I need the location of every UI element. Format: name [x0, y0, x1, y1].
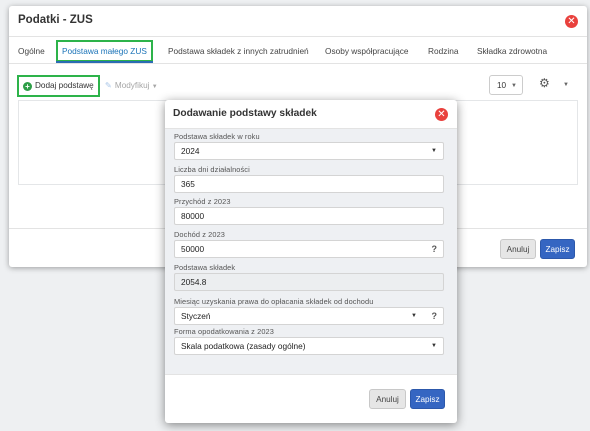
income-input[interactable]: 50000 ? — [174, 240, 444, 258]
field-label: Podstawa składek w roku — [174, 132, 260, 141]
field-label: Dochód z 2023 — [174, 230, 226, 239]
year-value: 2024 — [181, 146, 200, 156]
help-icon[interactable]: ? — [432, 308, 438, 325]
chevron-down-icon: ▼ — [431, 343, 437, 349]
year-select[interactable]: 2024 ▼ — [174, 142, 444, 160]
modal-body: Podstawa składek w roku 2024 ▼ Liczba dn… — [165, 129, 457, 374]
tab-bar: Ogólne Podstawa małego ZUS Podstawa skła… — [9, 37, 587, 64]
edit-icon: ✎ — [105, 81, 112, 90]
modal-footer: Anuluj Zapisz — [165, 374, 457, 424]
field-label: Przychód z 2023 — [174, 197, 231, 206]
page-size-select[interactable]: 10 ▼ — [489, 75, 523, 95]
field-label: Miesiąc uzyskania prawa do opłacania skł… — [174, 297, 374, 306]
income-value: 50000 — [181, 244, 205, 254]
help-icon[interactable]: ? — [432, 241, 438, 258]
tab-health-contribution[interactable]: Składka zdrowotna — [477, 42, 547, 60]
field-revenue-2023: Przychód z 2023 80000 — [174, 197, 444, 225]
revenue-input[interactable]: 80000 — [174, 207, 444, 225]
chevron-down-icon: ▼ — [151, 84, 158, 90]
business-days-value: 365 — [181, 179, 195, 189]
chevron-down-icon: ▼ — [411, 313, 417, 319]
taxation-form-select[interactable]: Skala podatkowa (zasady ogólne) ▼ — [174, 337, 444, 355]
cancel-button[interactable]: Anuluj — [369, 389, 406, 409]
add-base-button[interactable]: + Dodaj podstawę — [17, 75, 100, 97]
tab-cooperating-persons[interactable]: Osoby współpracujące — [325, 42, 408, 60]
page-size-value: 10 — [497, 81, 507, 90]
close-icon[interactable]: ✕ — [565, 15, 578, 28]
dialog-header: Podatki - ZUS ✕ — [9, 6, 587, 37]
settings-menu-button[interactable]: ⚙ ▼ — [539, 76, 569, 94]
business-days-input[interactable]: 365 — [174, 175, 444, 193]
field-taxation-form: Forma opodatkowania z 2023 Skala podatko… — [174, 327, 444, 355]
field-label: Podstawa składek — [174, 263, 236, 272]
close-icon[interactable]: ✕ — [435, 108, 448, 121]
chevron-down-icon: ▼ — [511, 83, 517, 89]
field-label: Forma opodatkowania z 2023 — [174, 327, 274, 336]
revenue-value: 80000 — [181, 211, 205, 221]
contribution-base-value: 2054.8 — [181, 277, 207, 287]
contribution-base-value-box: 2054.8 — [174, 273, 444, 291]
tab-small-zus-base[interactable]: Podstawa małego ZUS — [56, 40, 153, 63]
dialog-title: Podatki - ZUS — [18, 14, 93, 26]
add-base-label: Dodaj podstawę — [35, 81, 94, 90]
modal-title: Dodawanie podstawy składek — [173, 108, 317, 119]
field-contribution-year: Podstawa składek w roku 2024 ▼ — [174, 132, 444, 160]
modal-header: Dodawanie podstawy składek ✕ — [165, 100, 457, 129]
month-select[interactable]: Styczeń ▼ ? — [174, 307, 444, 325]
field-contribution-base: Podstawa składek 2054.8 — [174, 263, 444, 291]
tab-other-employment-base[interactable]: Podstawa składek z innych zatrudnień — [168, 42, 309, 60]
month-value: Styczeń — [181, 311, 211, 321]
field-income-2023: Dochód z 2023 50000 ? — [174, 230, 444, 258]
cancel-button[interactable]: Anuluj — [500, 239, 536, 259]
tab-general[interactable]: Ogólne — [18, 42, 45, 60]
chevron-down-icon: ▼ — [431, 148, 437, 154]
field-business-days: Liczba dni działalności 365 — [174, 165, 444, 193]
modify-label: Modyfikuj — [114, 81, 150, 90]
save-button[interactable]: Zapisz — [540, 239, 575, 259]
taxation-form-value: Skala podatkowa (zasady ogólne) — [181, 341, 306, 351]
tab-family[interactable]: Rodzina — [428, 42, 458, 60]
modify-button[interactable]: ✎ Modyfikuj ▼ — [105, 80, 158, 90]
save-button[interactable]: Zapisz — [410, 389, 445, 409]
gears-icon: ⚙ — [539, 76, 550, 90]
chevron-down-icon: ▼ — [563, 82, 569, 88]
add-contribution-base-modal: Dodawanie podstawy składek ✕ Podstawa sk… — [165, 100, 457, 423]
field-entitlement-month: Miesiąc uzyskania prawa do opłacania skł… — [174, 297, 444, 325]
plus-circle-icon: + — [23, 82, 32, 91]
field-label: Liczba dni działalności — [174, 165, 250, 174]
